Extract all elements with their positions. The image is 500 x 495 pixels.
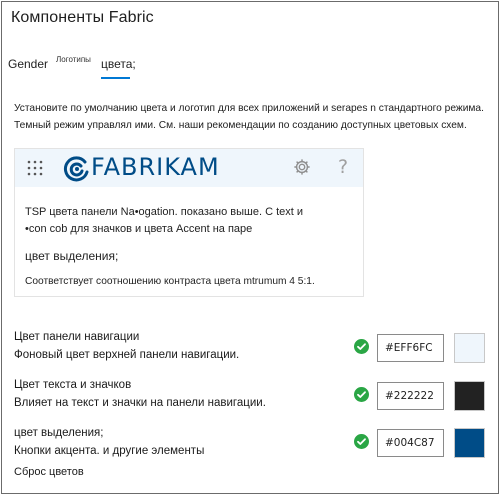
help-icon: ? (338, 156, 349, 178)
setting-accent-color: цвет выделения; Кнопки акцента. и другие… (14, 424, 354, 460)
tab-colors[interactable]: цвета; (101, 57, 136, 71)
fabrikam-logo-icon (63, 156, 89, 182)
setting-title: Цвет текста и значков (14, 379, 132, 391)
valid-check-icon (354, 339, 369, 354)
text-icon-color-input[interactable]: #222222 (377, 382, 444, 410)
preview-contrast-text: Соответствует соотношению контраста цвет… (25, 276, 315, 287)
valid-check-icon (354, 387, 369, 402)
accent-color-input[interactable]: #004C87 (377, 429, 444, 457)
preview-text-line-2: •con cob для значков и цвета Accent на п… (25, 223, 253, 235)
description: Установите по умолчанию цвета и логотип … (14, 100, 494, 134)
tab-gender[interactable]: Gender (8, 57, 48, 71)
fabrikam-logo-text: FABRIKAM (91, 153, 220, 181)
theme-preview-card: FABRIKAM ? TSP цвета панели Na•ogation. … (14, 148, 364, 297)
valid-check-icon (354, 434, 369, 449)
nav-bar-color-input[interactable]: #EFF6FC (377, 334, 444, 362)
setting-subtitle: Влияет на текст и значки на панели навиг… (14, 397, 266, 409)
preview-nav-bar: FABRIKAM ? (15, 149, 363, 187)
preview-text-line-1: TSP цвета панели Na•ogation. показано вы… (25, 206, 304, 218)
gear-icon (294, 159, 310, 175)
setting-subtitle: Кнопки акцента. и другие элементы (14, 445, 205, 457)
text-icon-color-swatch[interactable] (454, 381, 485, 411)
waffle-icon (27, 160, 43, 176)
tab-logos[interactable]: Логотипы (56, 55, 91, 64)
setting-title: цвет выделения; (14, 427, 104, 439)
nav-bar-color-swatch[interactable] (454, 333, 485, 363)
active-tab-indicator (101, 77, 130, 79)
setting-nav-bar-color: Цвет панели навигации Фоновый цвет верхн… (14, 328, 354, 364)
preview-accent-label: цвет выделения; (25, 249, 119, 263)
setting-title: Цвет панели навигации (14, 331, 140, 343)
setting-text-icon-color: Цвет текста и значков Влияет на текст и … (14, 376, 354, 412)
fabric-components-panel: Компоненты Fabric Gender Логотипы цвета;… (1, 1, 499, 494)
accent-color-swatch[interactable] (454, 428, 485, 458)
description-line-1: Установите по умолчанию цвета и логотип … (14, 103, 484, 114)
reset-colors-link[interactable]: Сброс цветов (14, 466, 84, 478)
description-line-2: Темный режим управлял ими. См. наши реко… (14, 120, 467, 131)
setting-subtitle: Фоновый цвет верхней панели навигации. (14, 349, 240, 361)
page-title: Компоненты Fabric (11, 9, 154, 26)
